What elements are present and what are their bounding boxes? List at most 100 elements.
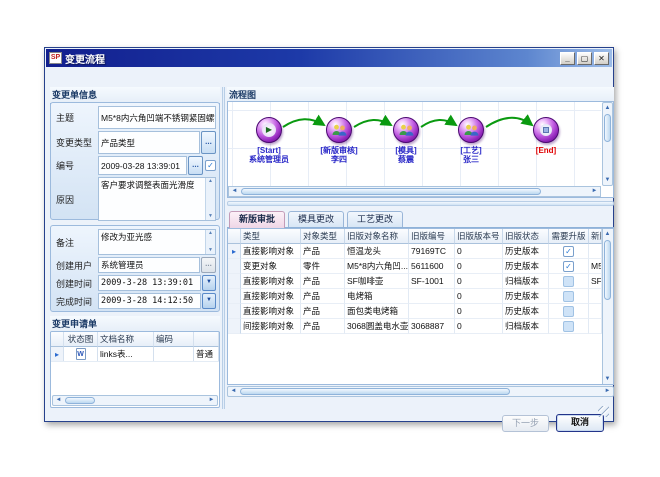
flow-and-detail-panel: 流程图 [227, 87, 614, 409]
scroll-up-icon[interactable]: ▲ [603, 103, 612, 113]
scroll-up-icon[interactable]: ▲ [603, 229, 612, 239]
horizontal-splitter[interactable] [227, 201, 614, 206]
tab-new-version-approval[interactable]: 新版审批 [229, 211, 285, 228]
scroll-left-icon[interactable]: ◄ [53, 396, 64, 405]
table-row[interactable]: ▸ 直接影响对象 产品 恒温龙头 79169TC 0 历史版本 ✓ [228, 244, 602, 259]
flow-node-mold[interactable] [393, 117, 419, 143]
flow-node-craft[interactable] [458, 117, 484, 143]
scroll-left-icon[interactable]: ◄ [229, 187, 240, 196]
creator-browse-button[interactable]: ... [201, 257, 216, 273]
col-old-status[interactable]: 旧版状态 [503, 229, 549, 244]
col-new[interactable]: 新版 [589, 229, 602, 244]
creator-input[interactable]: 系统管理员 [98, 257, 200, 273]
scrollbar-thumb[interactable] [65, 397, 95, 404]
scroll-up-icon[interactable]: ▲ [208, 230, 213, 237]
create-time-input[interactable]: 2009-3-28 13:39:01 [98, 275, 201, 291]
col-doc-name[interactable]: 文档名称 [98, 332, 154, 347]
create-time-dropdown-icon[interactable]: ▼ [202, 275, 216, 291]
scroll-down-icon[interactable]: ▼ [208, 247, 213, 254]
finish-time-dropdown-icon[interactable]: ▼ [202, 293, 216, 309]
remark-text: 修改为亚光感 [99, 230, 205, 254]
titlebar[interactable]: SP 变更流程 _ ▢ ✕ [46, 49, 612, 67]
maximize-button[interactable]: ▢ [577, 52, 592, 65]
scrollbar-thumb[interactable] [241, 188, 541, 195]
col-obj-type[interactable]: 对象类型 [301, 229, 345, 244]
cell-obj: 产品 [301, 289, 345, 304]
approval-table-vscrollbar[interactable]: ▲ ▼ [602, 229, 613, 384]
cell-code: SF-1001 [409, 274, 455, 289]
start-play-icon: ▶ [262, 123, 276, 137]
scroll-right-icon[interactable]: ► [206, 396, 217, 405]
tab-craft-change[interactable]: 工艺更改 [347, 211, 403, 227]
change-type-browse-button[interactable]: ... [201, 131, 216, 154]
screenshot-canvas: SP 变更流程 _ ▢ ✕ 变更单信息 主题 M5*8内六角凹端不锈钢紧固螺钉 … [0, 0, 660, 477]
cell-type: 变更对象 [241, 259, 301, 274]
window-title: 变更流程 [65, 51, 558, 66]
cell-obj: 产品 [301, 319, 345, 334]
tab-mold-change[interactable]: 模具更改 [288, 211, 344, 227]
remark-textarea[interactable]: 修改为亚光感 ▲ ▼ [98, 229, 216, 255]
col-status-icon[interactable]: 状态图 [64, 332, 98, 347]
flow-vscrollbar[interactable]: ▲ ▼ [602, 102, 613, 186]
table-row[interactable]: 直接影响对象 产品 SF咖啡壶 SF-1001 0 归档版本 SF咖 [228, 274, 602, 289]
cell-name: 面包类电烤箱 [345, 304, 409, 319]
scroll-down-icon[interactable]: ▼ [603, 175, 612, 185]
word-doc-icon: W [76, 348, 86, 360]
number-browse-button[interactable]: ... [188, 156, 203, 175]
flow-node-start[interactable]: ▶ [256, 117, 282, 143]
app-icon: SP [49, 52, 62, 64]
col-old-name[interactable]: 旧版对象名称 [345, 229, 409, 244]
col-code[interactable]: 编码 [154, 332, 194, 347]
approval-table-hscrollbar[interactable]: ◄ ► [227, 386, 614, 397]
col-upgrade[interactable]: 需要升版 [549, 229, 589, 244]
scroll-up-icon[interactable]: ▲ [208, 178, 213, 185]
upgrade-checkbox[interactable] [563, 291, 574, 302]
scroll-down-icon[interactable]: ▼ [603, 374, 612, 384]
scroll-right-icon[interactable]: ► [589, 187, 600, 196]
flow-label-review: [新版审核] 李四 [301, 146, 377, 164]
reason-textarea[interactable]: 客户要求调整表面光滑度 ▲ ▼ [98, 177, 216, 221]
number-input[interactable]: 2009-03-28 13:39:01 [98, 156, 187, 175]
upgrade-checkbox[interactable] [563, 321, 574, 332]
scroll-down-icon[interactable]: ▼ [208, 213, 213, 220]
col-old-ver[interactable]: 旧版版本号 [455, 229, 503, 244]
upgrade-checkbox[interactable]: ✓ [563, 261, 574, 272]
request-row[interactable]: ▸ W links表... 普通 [51, 347, 219, 362]
request-table-hscrollbar[interactable]: ◄ ► [52, 395, 218, 406]
flow-node-end[interactable] [533, 117, 559, 143]
cell-name: M5*8内六角凹... [345, 259, 409, 274]
cancel-button[interactable]: 取消 [556, 414, 604, 432]
people-icon [331, 124, 348, 137]
change-type-input[interactable]: 产品类型 [98, 131, 200, 154]
current-row-icon [228, 259, 241, 274]
col-old-code[interactable]: 旧版编号 [409, 229, 455, 244]
table-row[interactable]: 直接影响对象 产品 面包类电烤箱 0 历史版本 [228, 304, 602, 319]
upgrade-checkbox[interactable] [563, 306, 574, 317]
close-button[interactable]: ✕ [594, 52, 609, 65]
number-checkbox[interactable]: ✓ [205, 160, 216, 171]
scrollbar-thumb[interactable] [604, 240, 611, 300]
scrollbar-thumb[interactable] [604, 114, 611, 142]
flow-hscrollbar[interactable]: ◄ ► [228, 186, 601, 197]
minimize-button[interactable]: _ [560, 52, 575, 65]
table-row[interactable]: 直接影响对象 产品 电烤箱 0 历史版本 [228, 289, 602, 304]
upgrade-checkbox[interactable] [563, 276, 574, 287]
upgrade-checkbox[interactable]: ✓ [563, 246, 574, 257]
scroll-right-icon[interactable]: ► [602, 387, 613, 396]
subject-input[interactable]: M5*8内六角凹端不锈钢紧固螺钉 [98, 106, 216, 129]
people-icon [398, 124, 415, 137]
cell-status: 历史版本 [503, 289, 549, 304]
cell-new [589, 244, 602, 259]
finish-time-input[interactable]: 2009-3-28 14:12:50 [98, 293, 201, 309]
scrollbar-thumb[interactable] [240, 388, 510, 395]
number-row: 编号 2009-03-28 13:39:01 ... ✓ [54, 156, 216, 175]
vertical-splitter[interactable] [222, 87, 225, 409]
reason-scrollbar[interactable]: ▲ ▼ [205, 178, 215, 220]
col-type[interactable]: 类型 [241, 229, 301, 244]
scroll-left-icon[interactable]: ◄ [228, 387, 239, 396]
flow-node-review[interactable] [326, 117, 352, 143]
remark-scrollbar[interactable]: ▲ ▼ [205, 230, 215, 254]
table-row[interactable]: 变更对象 零件 M5*8内六角凹... 5611600 0 历史版本 ✓ M5*… [228, 259, 602, 274]
resize-grip[interactable] [598, 406, 609, 417]
table-row[interactable]: 间接影响对象 产品 3068圆盖电水壶 3068887 0 归档版本 [228, 319, 602, 334]
